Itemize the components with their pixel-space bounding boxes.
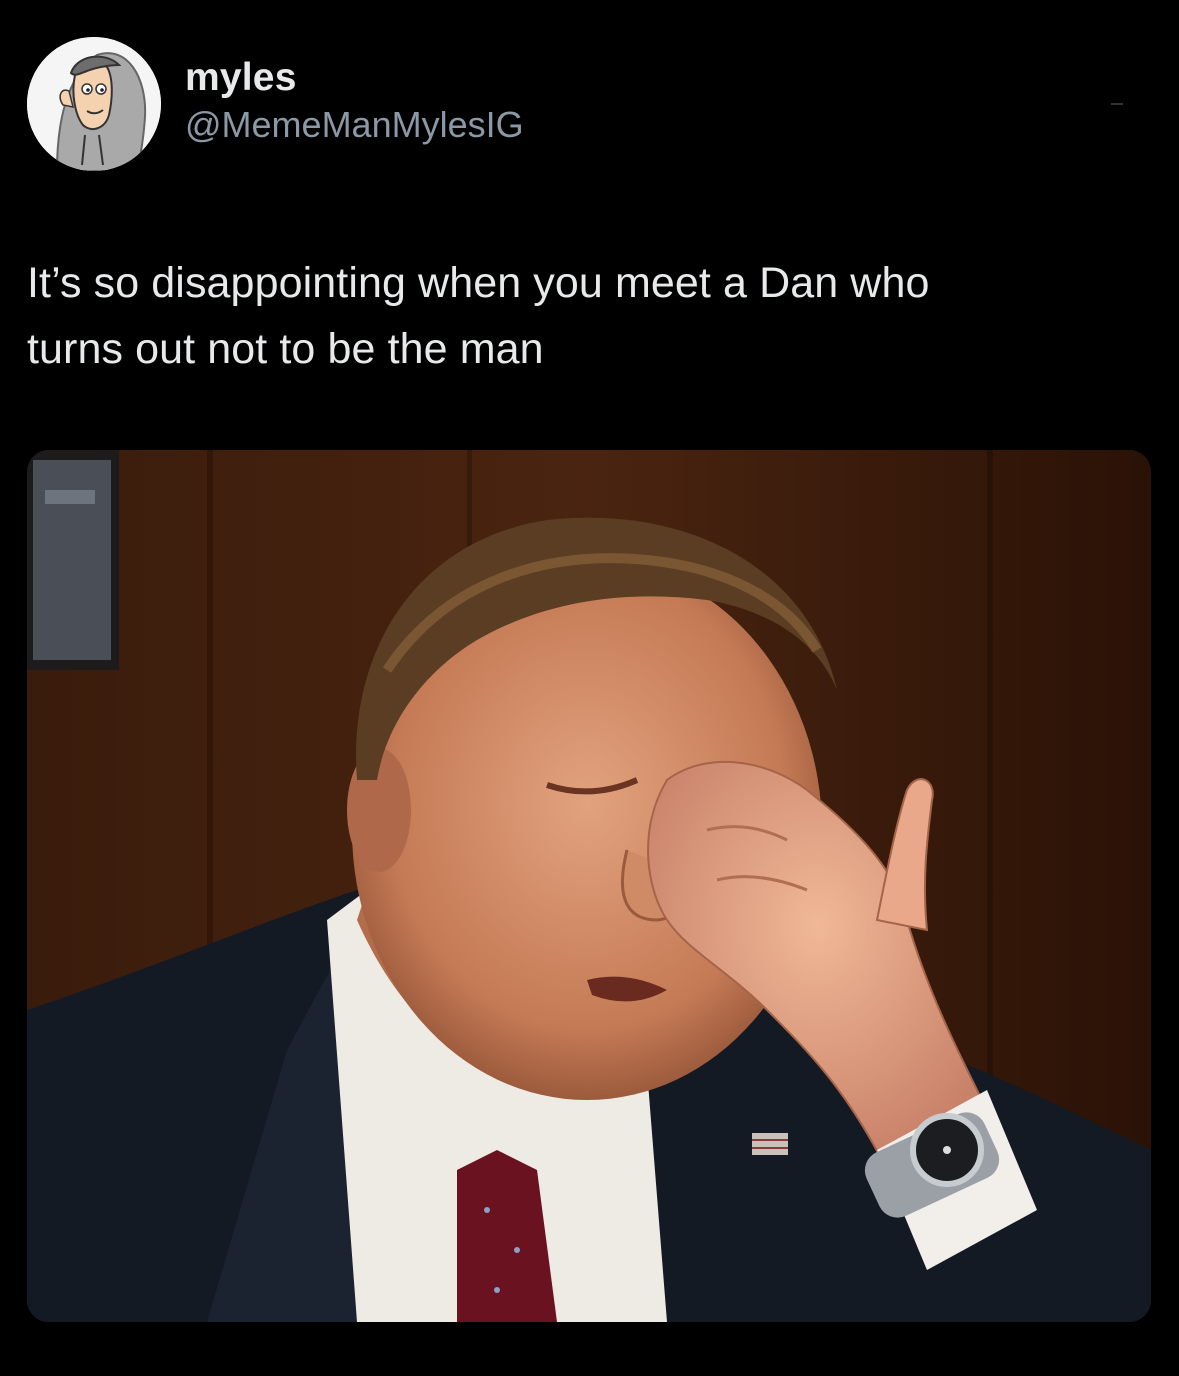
- tweet-text: It’s so disappointing when you meet a Da…: [27, 250, 1147, 382]
- facepalm-photo[interactable]: [27, 450, 1151, 1322]
- tweet-text-line: turns out not to be the man: [27, 325, 544, 373]
- tweet-header: myles @MemeManMylesIG: [27, 37, 1147, 172]
- author-display-name[interactable]: myles: [185, 55, 524, 101]
- tweet-text-line: It’s so disappointing when you meet a Da…: [27, 259, 930, 307]
- author-handle[interactable]: @MemeManMylesIG: [185, 103, 524, 147]
- author-names: myles @MemeManMylesIG: [185, 55, 524, 147]
- cartoon-hooded-avatar-icon[interactable]: [27, 37, 161, 171]
- divider-mark: [1111, 103, 1123, 105]
